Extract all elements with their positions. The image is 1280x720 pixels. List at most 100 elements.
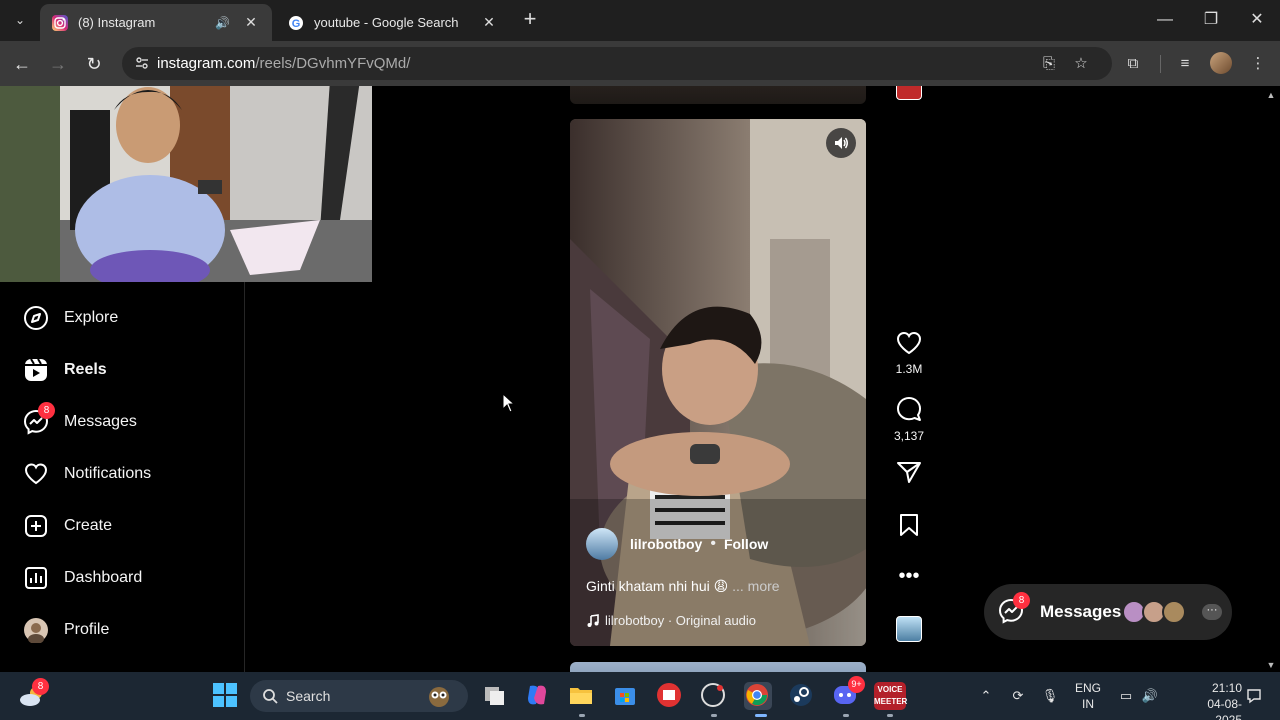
voicemeeter-icon[interactable]: VOICE MEETER	[874, 682, 908, 710]
sidebar-item-label: Messages	[64, 413, 137, 430]
running-indicator	[755, 714, 767, 717]
reload-button[interactable]: ↻	[81, 51, 107, 77]
speaker-icon	[835, 137, 848, 149]
audio-toggle-button[interactable]	[826, 128, 856, 158]
more-chats-icon: ···	[1202, 604, 1222, 620]
input-language-indicator[interactable]: ENG IN	[1070, 680, 1106, 712]
language-code: ENG	[1074, 681, 1101, 695]
next-reel[interactable]	[570, 662, 866, 672]
extensions-icon[interactable]: ⧉	[1121, 52, 1145, 76]
save-action[interactable]	[890, 512, 928, 543]
author-name-link[interactable]: lilrobotboy	[630, 536, 702, 552]
audio-link[interactable]: lilrobotboy · Original audio	[586, 613, 850, 628]
windows-taskbar: 8 Search 9+ VOICE MEETER ⌃ ⟳ 🎙 ENG IN ▭ …	[0, 672, 1280, 720]
avatar	[1162, 600, 1186, 624]
install-app-icon[interactable]: ⎘	[1038, 53, 1060, 75]
forward-button[interactable]: →	[45, 51, 71, 77]
share-action[interactable]	[890, 460, 928, 489]
sidebar-item-messages[interactable]: 8 Messages	[20, 402, 137, 442]
microsoft-store-icon[interactable]	[612, 682, 640, 710]
discord-icon[interactable]: 9+	[832, 676, 865, 710]
bookmark-star-icon[interactable]: ☆	[1070, 53, 1092, 75]
close-window-button[interactable]: ✕	[1242, 8, 1272, 32]
notification-center-icon[interactable]	[1244, 672, 1264, 720]
volume-icon[interactable]: 🔊	[1138, 672, 1162, 720]
previous-reel-audio-thumbnail[interactable]	[896, 86, 922, 100]
author-row: lilrobotboy • Follow	[586, 528, 850, 560]
file-explorer-icon[interactable]	[568, 682, 596, 710]
clock-date: 04-08-2025	[1207, 697, 1242, 720]
tab-audio-icon[interactable]: 🔊	[215, 16, 230, 30]
close-tab-icon[interactable]: ✕	[242, 14, 260, 31]
caption-more-link[interactable]: ... more	[732, 578, 779, 594]
heart-icon	[20, 458, 52, 490]
reels-icon	[20, 354, 52, 386]
copilot-icon[interactable]	[524, 682, 552, 710]
scroll-down-arrow[interactable]: ▼	[1266, 660, 1276, 670]
minimize-button[interactable]: —	[1150, 8, 1180, 32]
svg-text:G: G	[292, 18, 301, 30]
sidebar-item-explore[interactable]: Explore	[20, 298, 118, 338]
chrome-menu-icon[interactable]: ⋮	[1246, 52, 1270, 76]
close-tab-icon[interactable]: ✕	[480, 14, 498, 31]
address-bar[interactable]: instagram.com/reels/DGvhmYFvQMd/ ⎘ ☆	[122, 47, 1112, 80]
app-icon-dark[interactable]	[700, 682, 728, 710]
site-info-icon[interactable]	[134, 55, 150, 71]
show-hidden-icons-chevron-icon[interactable]: ⌃	[974, 672, 998, 720]
sidebar-item-create[interactable]: Create	[20, 506, 112, 546]
system-clock[interactable]: 21:10 04-08-2025	[1196, 680, 1242, 720]
running-indicator	[887, 714, 893, 717]
url-text[interactable]: instagram.com/reels/DGvhmYFvQMd/	[157, 55, 410, 72]
comment-action[interactable]: 3,137	[890, 396, 928, 443]
media-controls-icon[interactable]: ≡	[1173, 52, 1197, 76]
toolbar-divider	[1160, 55, 1161, 73]
tab-instagram[interactable]: (8) Instagram 🔊 ✕	[40, 4, 272, 41]
heart-icon	[896, 331, 922, 355]
new-tab-button[interactable]: +	[518, 8, 542, 32]
voicemeeter-label-bottom: MEETER	[874, 697, 908, 706]
taskbar-search[interactable]: Search	[250, 680, 468, 712]
more-options-icon[interactable]: •••	[890, 566, 928, 586]
back-button[interactable]: ←	[9, 51, 35, 77]
sidebar-item-reels[interactable]: Reels	[20, 350, 107, 390]
messenger-icon: 8	[20, 402, 55, 438]
author-avatar[interactable]	[586, 528, 618, 560]
network-icon[interactable]: ▭	[1114, 672, 1138, 720]
music-note-icon	[587, 613, 599, 627]
tab-google-search[interactable]: G youtube - Google Search ✕	[276, 4, 510, 41]
audio-label: lilrobotboy · Original audio	[605, 613, 757, 628]
sync-icon[interactable]: ⟳	[1006, 672, 1030, 720]
browser-tab-strip: ⌄ (8) Instagram 🔊 ✕ G youtube - Google S…	[0, 0, 1280, 41]
reel-info: lilrobotboy • Follow Ginti khatam nhi hu…	[586, 528, 850, 628]
like-action[interactable]: 1.3M	[890, 331, 928, 376]
microphone-icon[interactable]: 🎙	[1038, 672, 1062, 720]
mouse-cursor-icon	[502, 393, 516, 413]
sidebar-item-label: Profile	[64, 621, 110, 638]
start-button[interactable]	[212, 682, 240, 710]
scroll-up-arrow[interactable]: ▲	[1266, 90, 1276, 100]
pip-video[interactable]	[0, 86, 372, 282]
steam-icon[interactable]	[788, 682, 816, 710]
restore-button[interactable]: ❐	[1196, 8, 1226, 32]
chrome-icon[interactable]	[744, 682, 772, 710]
sidebar-item-dashboard[interactable]: Dashboard	[20, 558, 142, 598]
tab-title: (8) Instagram	[78, 15, 156, 30]
sidebar-item-label: Dashboard	[64, 569, 143, 586]
tab-search-dropdown-icon[interactable]: ⌄	[8, 9, 32, 31]
previous-reel[interactable]	[570, 86, 866, 104]
sidebar-item-label: Create	[64, 517, 113, 534]
comment-icon	[897, 397, 921, 421]
chrome-profile-avatar[interactable]	[1210, 52, 1232, 74]
sidebar-item-notifications[interactable]: Notifications	[20, 454, 151, 494]
audio-thumbnail[interactable]	[896, 616, 922, 642]
reel-video[interactable]: lilrobotboy • Follow Ginti khatam nhi hu…	[570, 119, 866, 646]
follow-button[interactable]: Follow	[724, 536, 768, 552]
reel-caption: Ginti khatam nhi hui 😩 ... more	[586, 578, 850, 595]
task-view-icon[interactable]	[482, 682, 510, 710]
pip-video-frame	[0, 86, 372, 282]
browser-toolbar: ← → ↻ instagram.com/reels/DGvhmYFvQMd/ ⎘…	[0, 41, 1280, 86]
sidebar-item-profile[interactable]: Profile	[20, 610, 109, 650]
weather-widget[interactable]: 8	[18, 678, 49, 712]
app-icon-red[interactable]	[656, 682, 684, 710]
messages-floating-button[interactable]: 8 Messages ···	[984, 584, 1232, 640]
